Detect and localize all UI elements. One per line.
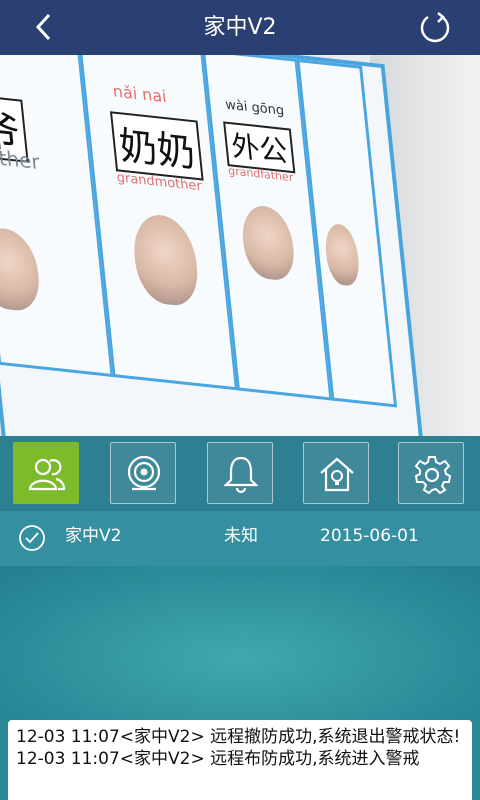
alarm-button[interactable]: [207, 442, 273, 504]
checkmark-circle-icon[interactable]: [18, 524, 46, 552]
page-title: 家中V2: [203, 15, 277, 40]
contacts-icon: [28, 458, 66, 491]
settings-button[interactable]: [398, 442, 464, 504]
bell-icon: [223, 456, 259, 494]
event-log[interactable]: 12-03 11:07<家中V2> 远程撤防成功,系统退出警戒状态! 12-03…: [8, 720, 472, 800]
home-button[interactable]: [303, 442, 369, 504]
contacts-button[interactable]: [13, 442, 79, 504]
function-toolbar: [0, 436, 480, 511]
content-area: [0, 566, 480, 720]
app-header: 家中V2: [0, 0, 480, 55]
device-status: 未知: [224, 526, 258, 546]
refresh-icon[interactable]: [418, 11, 452, 45]
home-icon: [320, 457, 354, 492]
device-list-item[interactable]: 家中V2 未知 2015-06-01: [0, 511, 480, 566]
device-date: 2015-06-01: [320, 526, 419, 546]
poster-caption: ther: [0, 145, 41, 175]
gear-icon: [414, 456, 452, 494]
log-entry: 12-03 11:07<家中V2> 远程布防成功,系统进入警戒: [16, 749, 420, 769]
device-name: 家中V2: [65, 526, 122, 546]
camera-video-feed[interactable]: 爷 ther nǎi nai 奶奶 grandmother wài gōng 外…: [0, 55, 480, 436]
camera-button[interactable]: [110, 442, 176, 504]
camera-icon: [127, 455, 161, 491]
video-poster: 爷 ther nǎi nai 奶奶 grandmother wài gōng 外…: [0, 55, 430, 436]
log-entry: 12-03 11:07<家中V2> 远程撤防成功,系统退出警戒状态!: [16, 727, 461, 747]
